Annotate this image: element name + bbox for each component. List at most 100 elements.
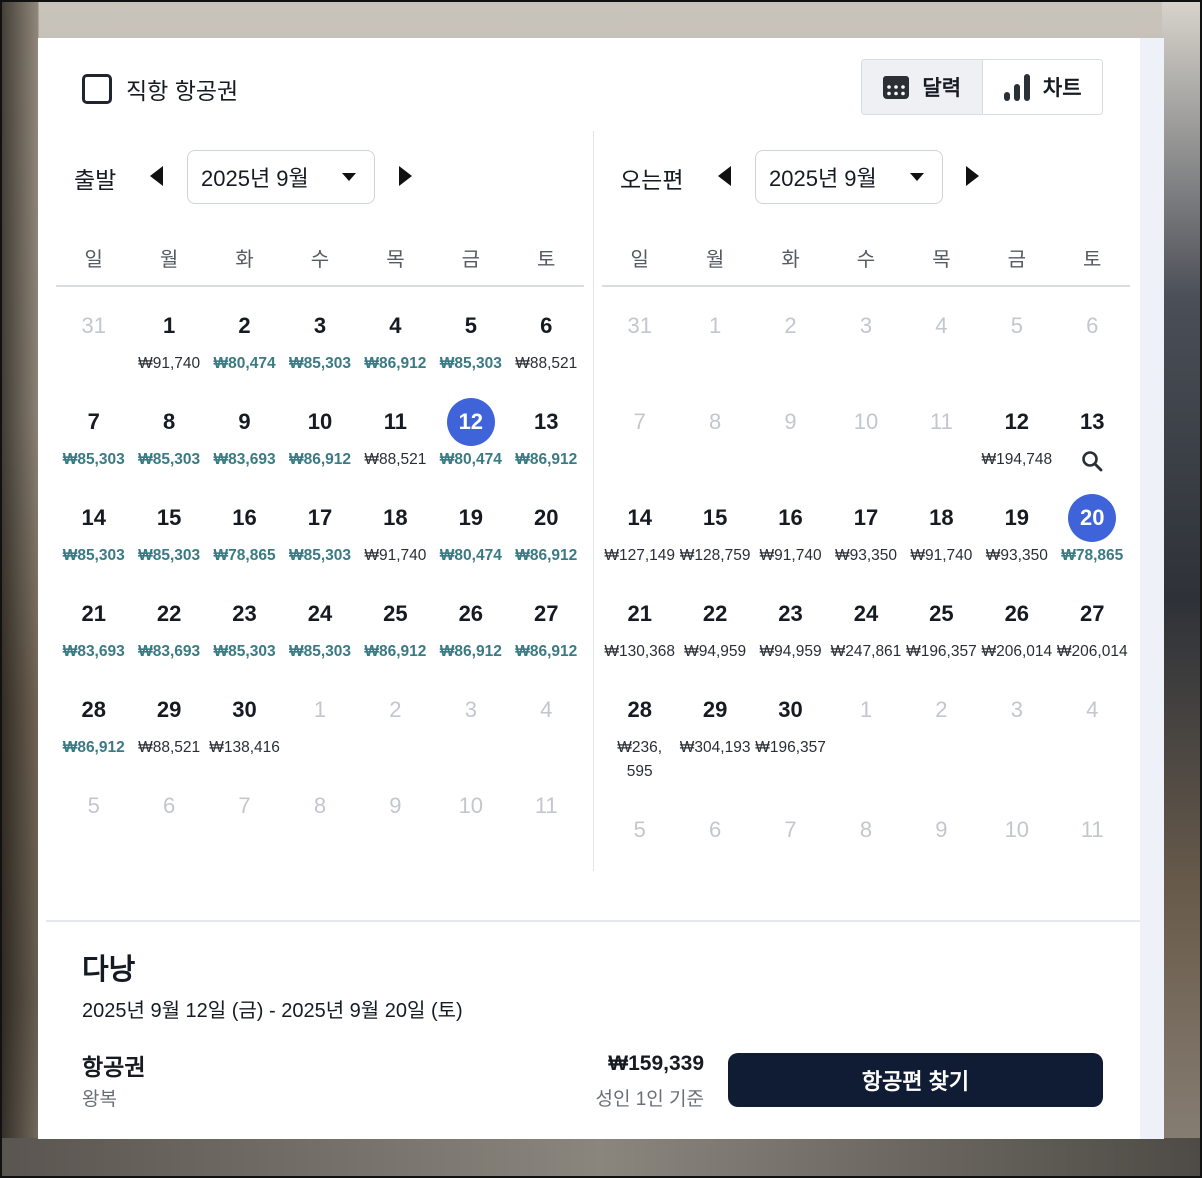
day-number: 17	[853, 505, 879, 530]
departure-next-month-icon[interactable]	[399, 166, 412, 186]
calendar-day[interactable]: 14 ₩127,149	[602, 494, 677, 590]
calendar-day[interactable]: 2 ₩80,474	[207, 302, 282, 398]
calendar-day[interactable]: 13 ₩86,912	[509, 398, 584, 494]
day-price: ₩91,740	[759, 547, 822, 564]
calendar-day: 3	[433, 686, 508, 782]
calendar-day: 6	[677, 806, 752, 902]
calendar-day[interactable]: 16 ₩78,865	[207, 494, 282, 590]
day-price: ₩194,748	[981, 451, 1053, 468]
calendar-day[interactable]: 18 ₩91,740	[358, 494, 433, 590]
day-number: 7	[633, 409, 646, 434]
day-number: 3	[464, 697, 477, 722]
calendar-day[interactable]: 15 ₩128,759	[677, 494, 752, 590]
calendar-day[interactable]: 20 ₩78,865	[1055, 494, 1130, 590]
calendar-day[interactable]: 12 ₩194,748	[979, 398, 1054, 494]
return-next-month-icon[interactable]	[966, 166, 979, 186]
calendar-day: 1	[282, 686, 357, 782]
departure-month-select[interactable]: 2025년 9월	[187, 150, 375, 204]
calendar-day[interactable]: 13	[1055, 398, 1130, 494]
bar-chart-icon	[1003, 74, 1030, 101]
weekday-label: 일	[84, 249, 103, 271]
day-number: 8	[163, 409, 176, 434]
day-number: 15	[156, 505, 182, 530]
calendar-day[interactable]: 6 ₩88,521	[509, 302, 584, 398]
calendar-day[interactable]: 27 ₩86,912	[509, 590, 584, 686]
calendar-day[interactable]: 19 ₩80,474	[433, 494, 508, 590]
trip-type: 왕복	[82, 1089, 117, 1110]
low-price: ₩86,912	[364, 355, 427, 372]
day-price: ₩247,861	[830, 643, 902, 660]
calendar-day[interactable]: 15 ₩85,303	[131, 494, 206, 590]
calendar-day[interactable]: 30 ₩138,416	[207, 686, 282, 782]
view-toggle: 달력 차트	[861, 59, 1103, 115]
calendar-day[interactable]: 26 ₩86,912	[433, 590, 508, 686]
day-number: 12	[1004, 409, 1030, 434]
calendar-day[interactable]: 10 ₩86,912	[282, 398, 357, 494]
calendar-day[interactable]: 29 ₩88,521	[131, 686, 206, 782]
calendar-day[interactable]: 11 ₩88,521	[358, 398, 433, 494]
direct-flight-checkbox[interactable]	[82, 74, 112, 104]
calendar-day[interactable]: 28 ₩236, 595	[602, 686, 677, 806]
calendar-day[interactable]: 23 ₩94,959	[753, 590, 828, 686]
calendar-day: 7	[207, 782, 282, 878]
day-number: 6	[540, 313, 553, 338]
calendar-day[interactable]: 17 ₩93,350	[828, 494, 903, 590]
departure-prev-month-icon[interactable]	[150, 166, 163, 186]
calendar-day[interactable]: 14 ₩85,303	[56, 494, 131, 590]
day-number: 31	[81, 313, 106, 338]
calendar-day: 2	[904, 686, 979, 806]
day-number: 11	[534, 793, 558, 818]
calendar-day[interactable]: 7 ₩85,303	[56, 398, 131, 494]
calendar-day[interactable]: 4 ₩86,912	[358, 302, 433, 398]
calendar-day[interactable]: 16 ₩91,740	[753, 494, 828, 590]
calendar-view-button[interactable]: 달력	[862, 60, 983, 114]
calendar-day[interactable]: 1 ₩91,740	[131, 302, 206, 398]
calendar-day[interactable]: 29 ₩304,193	[677, 686, 752, 806]
calendar-week-row: 5 6 7 8 9 10 11	[602, 806, 1130, 902]
day-number: 5	[1010, 313, 1023, 338]
calendar-day[interactable]: 20 ₩86,912	[509, 494, 584, 590]
day-number: 31	[627, 313, 652, 338]
calendar-day[interactable]: 25 ₩86,912	[358, 590, 433, 686]
calendar-day[interactable]: 12 ₩80,474	[433, 398, 508, 494]
day-price: ₩91,740	[364, 547, 427, 564]
day-number: 5	[87, 793, 100, 818]
calendar-day[interactable]: 22 ₩83,693	[131, 590, 206, 686]
calendar-day[interactable]: 8 ₩85,303	[131, 398, 206, 494]
calendar-day[interactable]: 22 ₩94,959	[677, 590, 752, 686]
calendar-day[interactable]: 28 ₩86,912	[56, 686, 131, 782]
day-number: 8	[313, 793, 327, 818]
search-icon[interactable]	[1081, 450, 1103, 472]
calendar-day[interactable]: 26 ₩206,014	[979, 590, 1054, 686]
day-number: 9	[389, 793, 402, 818]
calendar-day[interactable]: 3 ₩85,303	[282, 302, 357, 398]
calendar-day[interactable]: 27 ₩206,014	[1055, 590, 1130, 686]
calendar-day[interactable]: 17 ₩85,303	[282, 494, 357, 590]
calendar-day: 2	[358, 686, 433, 782]
calendar-day[interactable]: 25 ₩196,357	[904, 590, 979, 686]
calendar-day[interactable]: 18 ₩91,740	[904, 494, 979, 590]
total-price: ₩159,339	[608, 1052, 704, 1075]
calendar-day: 10	[979, 806, 1054, 902]
return-month-select[interactable]: 2025년 9월	[755, 150, 943, 204]
calendar-day: 5	[979, 302, 1054, 398]
calendar-day: 1	[677, 302, 752, 398]
calendar-day[interactable]: 9 ₩83,693	[207, 398, 282, 494]
calendar-day[interactable]: 21 ₩130,368	[602, 590, 677, 686]
weekday-label: 토	[1083, 249, 1102, 271]
chart-view-button[interactable]: 차트	[982, 60, 1102, 114]
day-number: 1	[313, 697, 327, 722]
direct-flight-filter[interactable]: 직항 항공권	[82, 72, 238, 106]
calendar-day[interactable]: 21 ₩83,693	[56, 590, 131, 686]
calendar-day[interactable]: 24 ₩85,303	[282, 590, 357, 686]
find-flights-button[interactable]: 항공편 찾기	[728, 1053, 1103, 1107]
calendar-day[interactable]: 30 ₩196,357	[753, 686, 828, 806]
calendar-day[interactable]: 5 ₩85,303	[433, 302, 508, 398]
calendar-day[interactable]: 23 ₩85,303	[207, 590, 282, 686]
calendar-day[interactable]: 24 ₩247,861	[828, 590, 903, 686]
calendar-week-row: 14 ₩127,149 15 ₩128,759 16 ₩91,740 17 ₩93,350 18…	[602, 494, 1130, 590]
selected-day-number: 20	[1068, 494, 1117, 542]
return-prev-month-icon[interactable]	[718, 166, 731, 186]
trip-dates: 2025년 9월 12일 (금) - 2025년 9월 20일 (토)	[82, 1000, 463, 1022]
calendar-day[interactable]: 19 ₩93,350	[979, 494, 1054, 590]
